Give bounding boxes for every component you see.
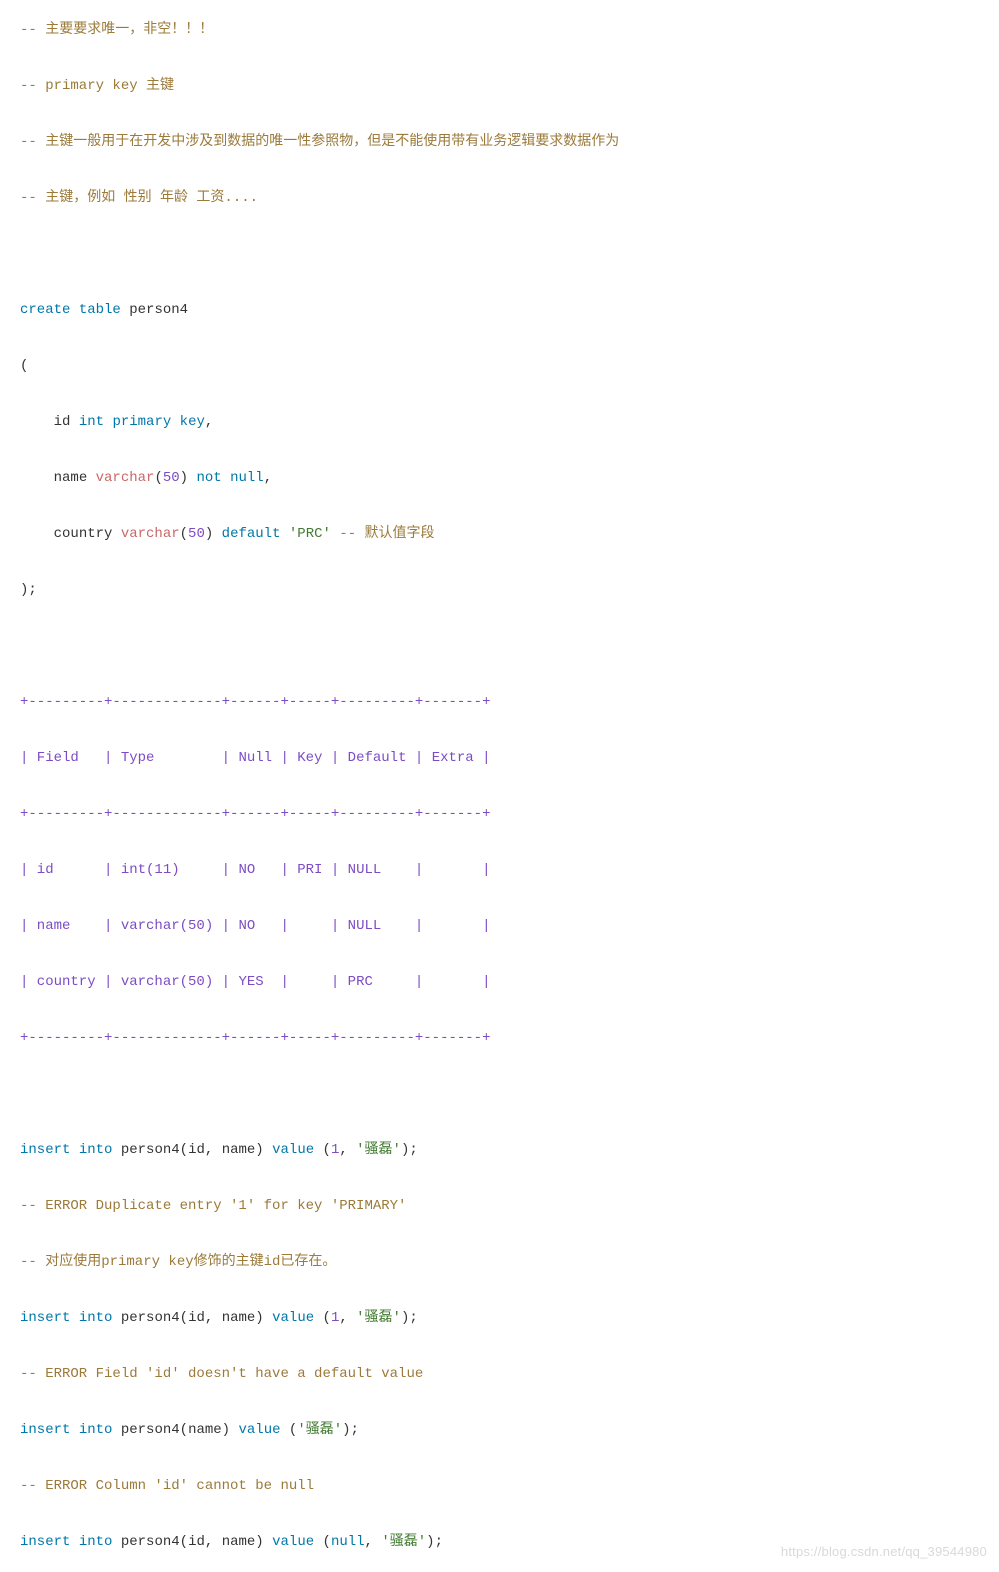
code-line: );	[20, 576, 979, 604]
code-block: -- 主要要求唯一，非空！！！ -- primary key 主键 -- 主键一…	[20, 16, 979, 1556]
code-line: id int primary key,	[20, 408, 979, 436]
comment-line: -- ERROR Field 'id' doesn't have a defau…	[20, 1360, 979, 1388]
comment-line: -- 主键，例如 性别 年龄 工资....	[20, 184, 979, 212]
table-border: +---------+-------------+------+-----+--…	[20, 800, 979, 828]
table-row: | name | varchar(50) | NO | | NULL | |	[20, 912, 979, 940]
comment-line: -- primary key 主键	[20, 72, 979, 100]
comment-line: -- ERROR Column 'id' cannot be null	[20, 1472, 979, 1500]
table-row: | id | int(11) | NO | PRI | NULL | |	[20, 856, 979, 884]
comment-line: -- 主键一般用于在开发中涉及到数据的唯一性参照物，但是不能使用带有业务逻辑要求…	[20, 128, 979, 156]
table-border: +---------+-------------+------+-----+--…	[20, 688, 979, 716]
table-border: +---------+-------------+------+-----+--…	[20, 1024, 979, 1052]
code-line: (	[20, 352, 979, 380]
blank-line	[20, 1080, 979, 1108]
code-line: insert into person4(id, name) value (1, …	[20, 1136, 979, 1164]
code-line: insert into person4(name) value ('骚磊');	[20, 1416, 979, 1444]
blank-line	[20, 240, 979, 268]
code-line: name varchar(50) not null,	[20, 464, 979, 492]
comment-line: -- 对应使用primary key修饰的主键id已存在。	[20, 1248, 979, 1276]
comment-line: -- ERROR Duplicate entry '1' for key 'PR…	[20, 1192, 979, 1220]
watermark: https://blog.csdn.net/qq_39544980	[781, 1538, 987, 1566]
comment-line: -- 主要要求唯一，非空！！！	[20, 16, 979, 44]
table-row: | country | varchar(50) | YES | | PRC | …	[20, 968, 979, 996]
code-line: insert into person4(id, name) value (1, …	[20, 1304, 979, 1332]
code-line: country varchar(50) default 'PRC' -- 默认值…	[20, 520, 979, 548]
code-line: create table person4	[20, 296, 979, 324]
table-header: | Field | Type | Null | Key | Default | …	[20, 744, 979, 772]
blank-line	[20, 632, 979, 660]
